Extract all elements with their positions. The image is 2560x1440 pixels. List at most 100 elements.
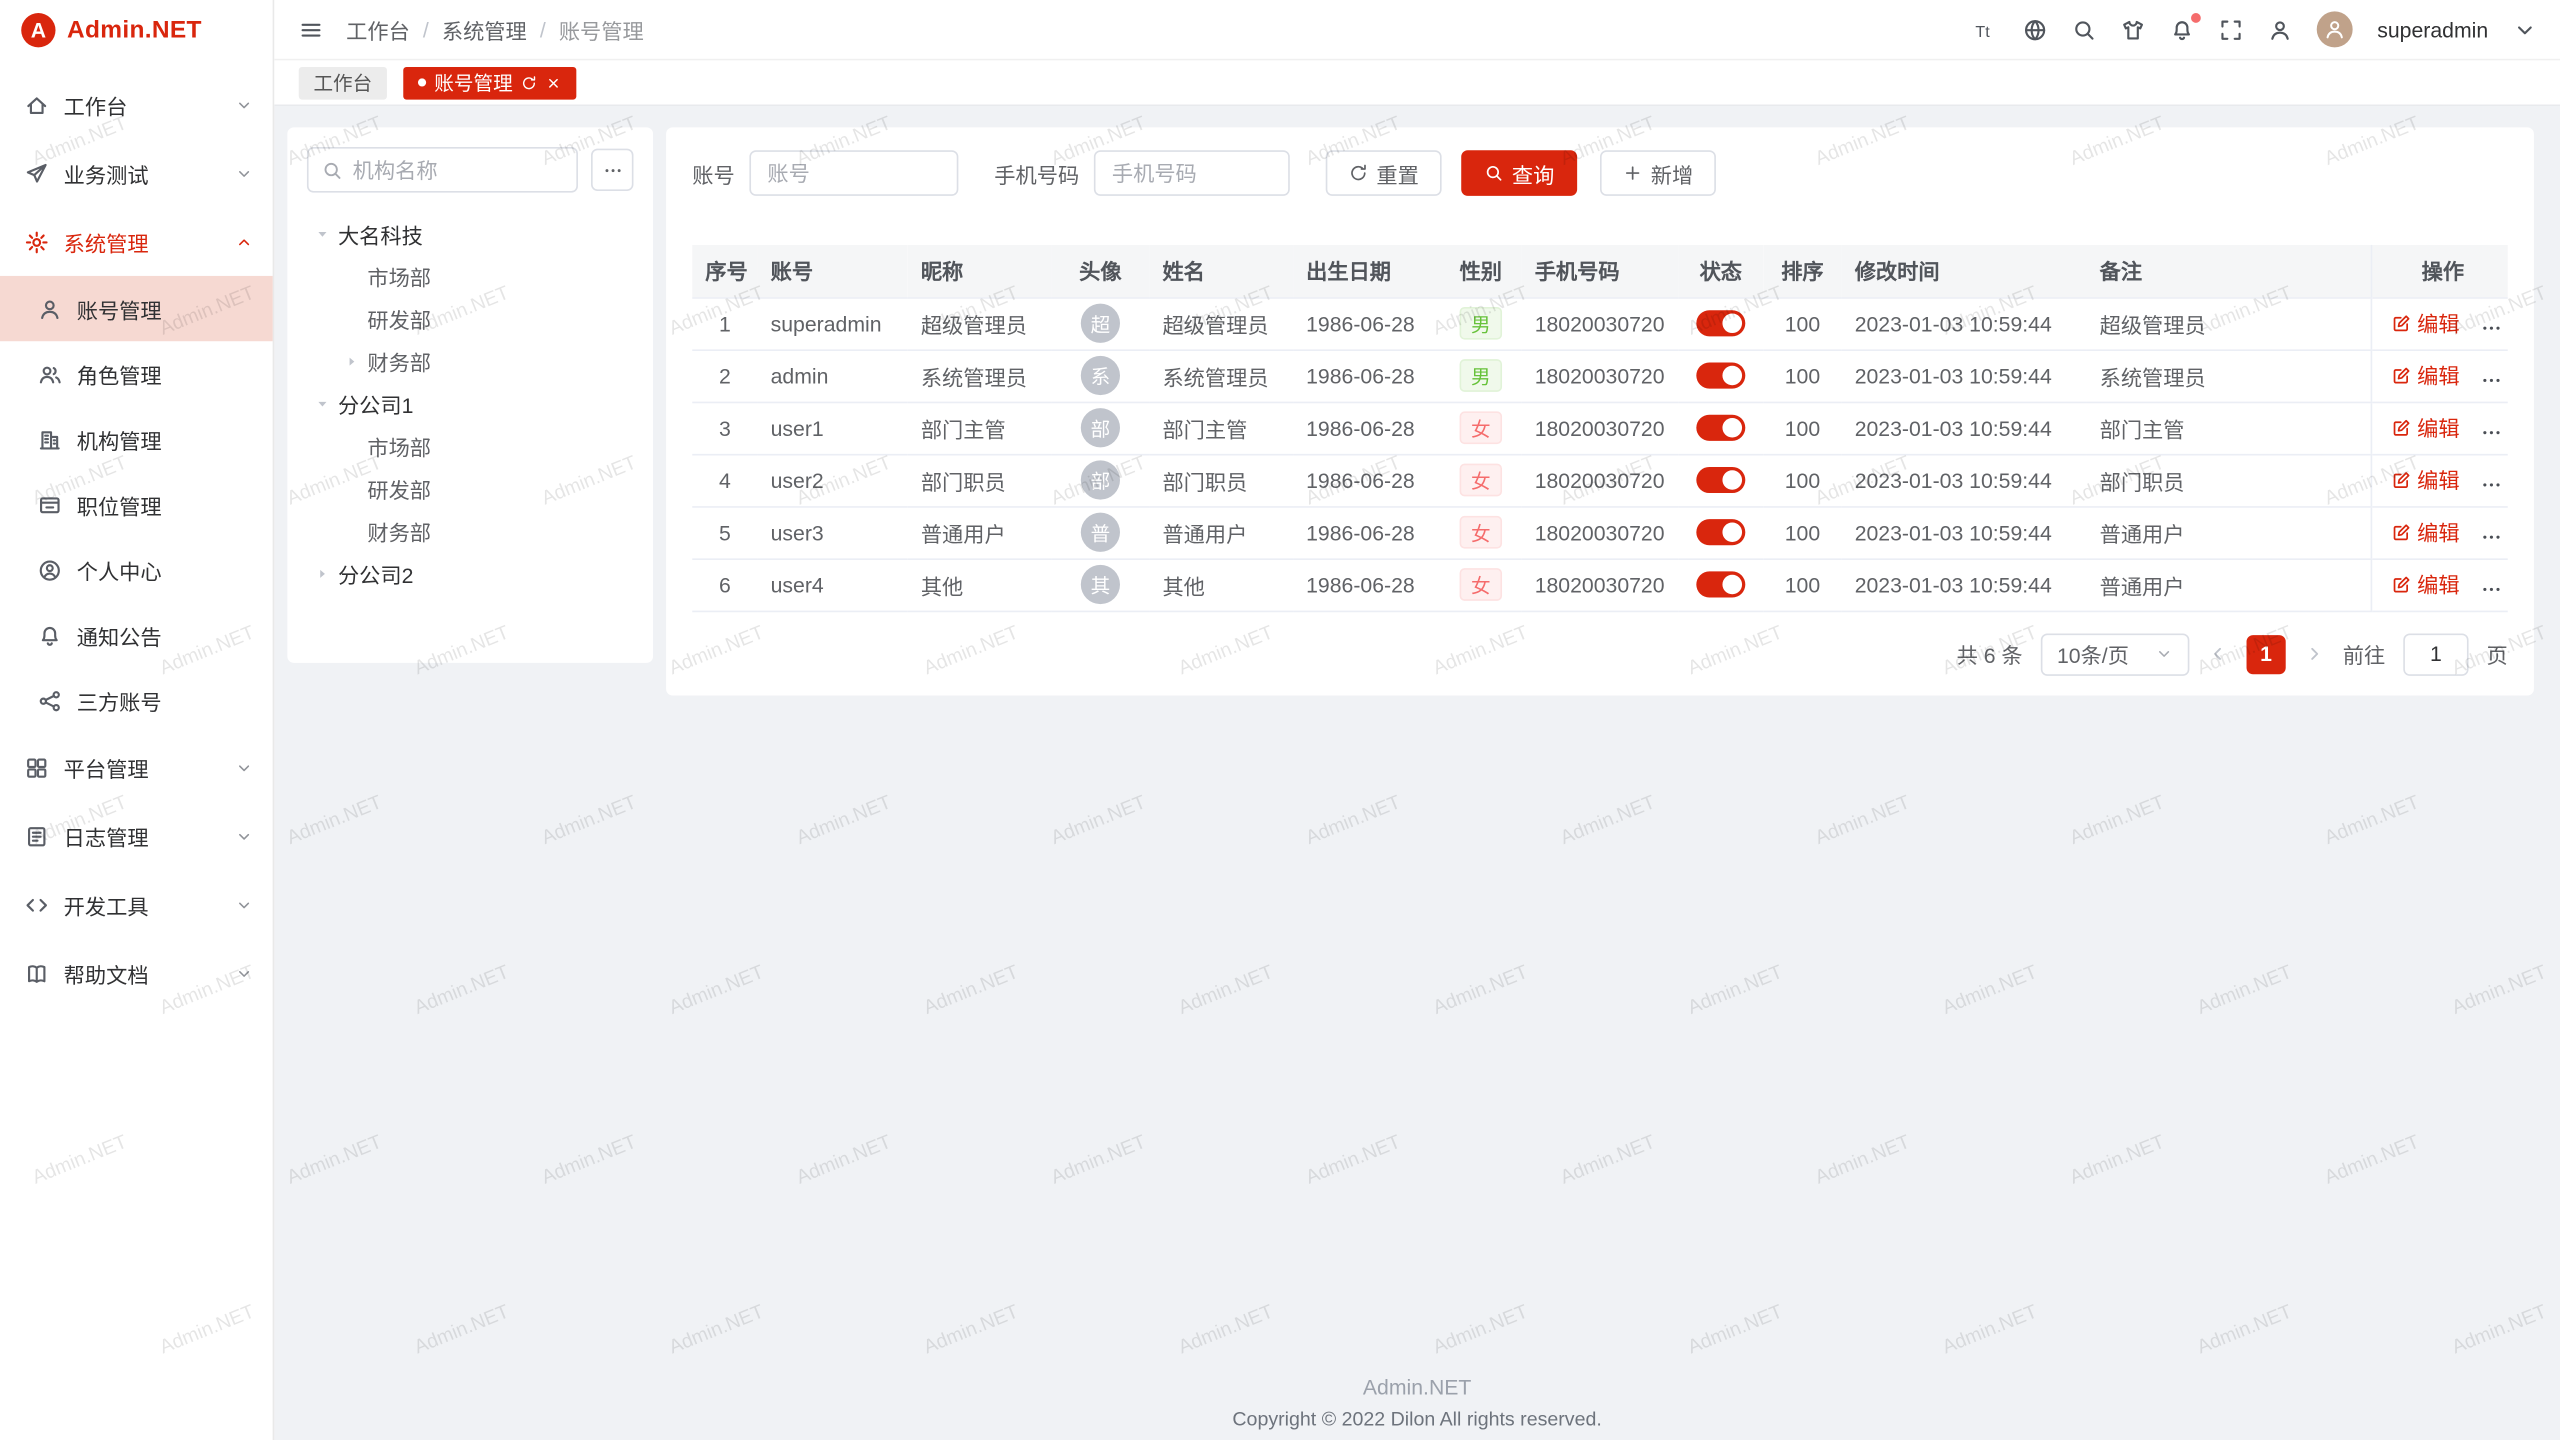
chevron-down-icon [235, 758, 253, 776]
org-more-button[interactable] [591, 149, 633, 191]
search-button[interactable]: 查询 [1461, 150, 1577, 196]
avatar: 超 [1081, 304, 1120, 343]
home-icon [24, 92, 48, 116]
edit-button[interactable]: 编辑 [2391, 308, 2460, 339]
chevron-down-icon[interactable] [2513, 17, 2537, 41]
tree-node[interactable]: 大名科技 [307, 212, 634, 254]
theme-icon-button[interactable] [2121, 17, 2145, 41]
more-actions-button[interactable] [2479, 316, 2502, 339]
fullscreen-icon-button[interactable] [2219, 17, 2243, 41]
caret-right-icon[interactable] [313, 564, 331, 582]
account-label: 账号 [692, 158, 734, 189]
cell-nickname: 系统管理员 [908, 349, 1052, 401]
search-icon-button[interactable] [2072, 17, 2096, 41]
sidebar-item-notice[interactable]: 通知公告 [0, 602, 273, 667]
breadcrumb-item-2[interactable]: 系统管理 [442, 14, 527, 45]
column-header-sort: 排序 [1763, 245, 1841, 297]
tree-node[interactable]: 研发部 [307, 297, 634, 339]
svg-text:Tt: Tt [1976, 22, 1991, 40]
edit-button[interactable]: 编辑 [2391, 569, 2460, 600]
more-actions-button[interactable] [2479, 577, 2502, 600]
tree-node-label: 财务部 [367, 345, 431, 376]
reset-button[interactable]: 重置 [1326, 150, 1442, 196]
globe-icon-button[interactable] [2023, 17, 2047, 41]
tab-1[interactable]: 工作台 [299, 66, 387, 99]
org-name-input[interactable] [353, 158, 564, 182]
status-toggle[interactable] [1696, 363, 1745, 389]
tree-node[interactable]: 财务部 [307, 340, 634, 382]
sidebar-item-workbench[interactable]: 工作台 [0, 70, 273, 139]
caret-down-icon[interactable] [313, 224, 331, 242]
cell-name: 系统管理员 [1149, 349, 1293, 401]
edit-button[interactable]: 编辑 [2391, 464, 2460, 495]
notification-icon [2170, 17, 2194, 41]
phone-input[interactable] [1094, 150, 1290, 196]
sidebar-item-business-test[interactable]: 业务测试 [0, 139, 273, 208]
more-actions-button[interactable] [2479, 525, 2502, 548]
sidebar-item-system[interactable]: 系统管理 [0, 207, 273, 276]
column-header-nickname: 昵称 [908, 245, 1052, 297]
tab-label: 账号管理 [434, 69, 512, 97]
add-button[interactable]: 新增 [1600, 150, 1716, 196]
edit-button[interactable]: 编辑 [2391, 517, 2460, 548]
account-query-group: 账号 [692, 150, 958, 196]
more-actions-button[interactable] [2479, 473, 2502, 496]
sidebar-item-platform[interactable]: 平台管理 [0, 733, 273, 802]
caret-right-icon[interactable] [343, 352, 361, 370]
edit-icon [2391, 418, 2411, 438]
cell-operations: 编辑 [2371, 454, 2508, 506]
collapse-menu-icon[interactable] [299, 17, 323, 41]
sidebar-item-devtools[interactable]: 开发工具 [0, 870, 273, 939]
sidebar-item-position[interactable]: 职位管理 [0, 472, 273, 537]
logo[interactable]: A Admin.NET [0, 0, 273, 60]
sidebar-item-label: 开发工具 [64, 889, 221, 920]
status-toggle[interactable] [1696, 311, 1745, 337]
tree-node[interactable]: 研发部 [307, 467, 634, 509]
sidebar-item-logs[interactable]: 日志管理 [0, 802, 273, 871]
tab-2[interactable]: 账号管理 [403, 66, 576, 99]
breadcrumb-item-3: 账号管理 [559, 14, 644, 45]
sidebar-item-account[interactable]: 账号管理 [0, 276, 273, 341]
page-size-select[interactable]: 10条/页 [2041, 633, 2190, 675]
status-toggle[interactable] [1696, 415, 1745, 441]
account-input[interactable] [749, 150, 958, 196]
edit-button[interactable]: 编辑 [2391, 360, 2460, 391]
status-toggle[interactable] [1696, 520, 1745, 546]
cell-avatar: 部 [1051, 454, 1149, 506]
edit-button[interactable]: 编辑 [2391, 412, 2460, 443]
tree-node[interactable]: 市场部 [307, 255, 634, 297]
tree-node[interactable]: 分公司1 [307, 382, 634, 424]
font-size-icon-button[interactable]: Tt [1974, 17, 1998, 41]
sidebar-item-org[interactable]: 机构管理 [0, 407, 273, 472]
active-tab-dot [418, 78, 426, 86]
sidebar-item-label: 日志管理 [64, 820, 221, 851]
page-number-1[interactable]: 1 [2246, 634, 2285, 673]
status-toggle[interactable] [1696, 467, 1745, 493]
tab-refresh-icon[interactable] [521, 74, 537, 90]
sidebar-item-profile[interactable]: 个人中心 [0, 537, 273, 602]
refresh-icon [1349, 163, 1369, 183]
goto-page-input[interactable] [2403, 633, 2468, 675]
chevron-left-icon [2207, 643, 2228, 664]
breadcrumb-item-1[interactable]: 工作台 [346, 14, 410, 45]
sidebar-item-docs[interactable]: 帮助文档 [0, 939, 273, 1008]
tree-node[interactable]: 财务部 [307, 509, 634, 551]
next-page-button[interactable] [2304, 643, 2325, 664]
cell-operations: 编辑 [2371, 506, 2508, 558]
status-toggle[interactable] [1696, 572, 1745, 598]
avatar[interactable] [2317, 11, 2353, 47]
more-actions-button[interactable] [2479, 368, 2502, 391]
cell-sort: 100 [1763, 558, 1841, 610]
tab-close-icon[interactable] [545, 74, 561, 90]
caret-down-icon[interactable] [313, 394, 331, 412]
sidebar-item-third-account[interactable]: 三方账号 [0, 668, 273, 733]
tree-node[interactable]: 分公司2 [307, 552, 634, 594]
more-actions-button[interactable] [2479, 420, 2502, 443]
notification-icon-button[interactable] [2170, 17, 2194, 41]
sidebar-item-role[interactable]: 角色管理 [0, 341, 273, 406]
cell-operations: 编辑 [2371, 297, 2508, 349]
person-icon-button[interactable] [2268, 17, 2292, 41]
prev-page-button[interactable] [2207, 643, 2228, 664]
tree-node[interactable]: 市场部 [307, 424, 634, 466]
pagination: 共 6 条 10条/页 1 前往 页 [692, 633, 2508, 675]
